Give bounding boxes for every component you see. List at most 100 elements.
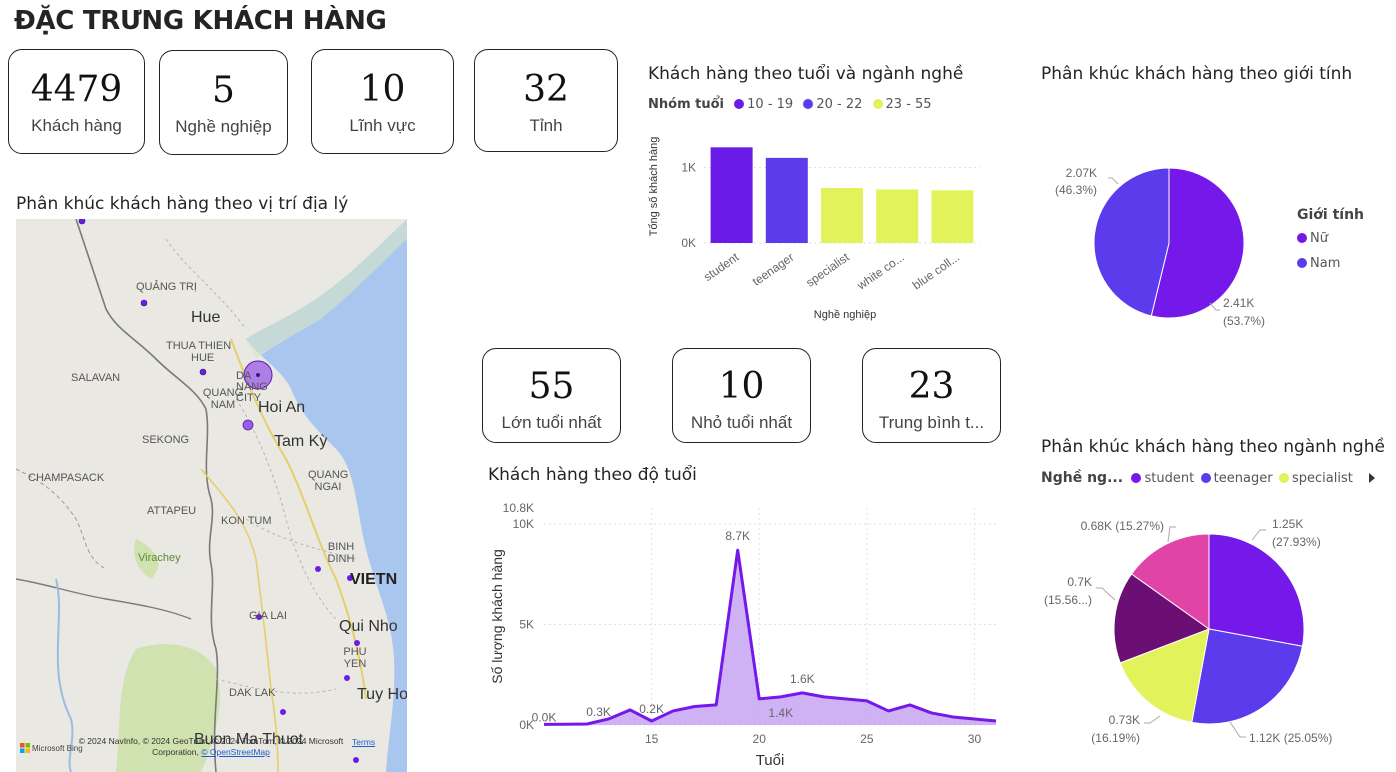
page-title: ĐẶC TRƯNG KHÁCH HÀNG: [14, 6, 387, 36]
map-label-tuy-hoa: Tuy Hoa: [357, 686, 407, 703]
map-label-gia-lai: GIA LAI: [249, 610, 287, 622]
gender-chart-title: Phân khúc khách hàng theo giới tính: [1041, 64, 1353, 84]
data-label: 8.7K: [725, 529, 750, 543]
map-label-salavan: SALAVAN: [71, 372, 121, 384]
map-label-virachey: Virachey: [138, 552, 181, 564]
kpi-card-average[interactable]: 23 Trung bình t...: [862, 348, 1001, 443]
leader-line: [1229, 721, 1246, 738]
map-label-champasack: CHAMPASACK: [28, 472, 105, 484]
data-label: 0.68K (15.27%): [1081, 519, 1164, 533]
age-chart-title: Khách hàng theo độ tuổi: [488, 465, 697, 485]
gender-legend-title: Giới tính: [1297, 207, 1365, 223]
x-tick-label: student: [701, 250, 742, 284]
area-line: [543, 548, 997, 726]
kpi-card-youngest[interactable]: 10 Nhỏ tuổi nhất: [672, 348, 811, 443]
bar: [931, 190, 974, 243]
kpi-card-provinces[interactable]: 32 Tỉnh: [474, 49, 618, 152]
kpi-card-jobs[interactable]: 5 Nghề nghiệp: [159, 50, 288, 155]
kpi-label: Nghề nghiệp: [175, 117, 272, 136]
kpi-label: Nhỏ tuổi nhất: [690, 413, 793, 432]
data-label: 0.0K: [532, 710, 557, 724]
kpi-label: Khách hàng: [31, 116, 122, 135]
leader-line: [1096, 587, 1116, 601]
gender-legend: Giới tính Nữ Nam: [1297, 207, 1364, 271]
x-tick-label: specialist: [803, 250, 852, 290]
legend-dot-icon: [734, 99, 745, 109]
legend-dot-icon: [1200, 473, 1211, 483]
legend-item-10-19[interactable]: 10 - 19: [734, 97, 793, 112]
data-label: 1.6K: [790, 672, 815, 686]
terms-link[interactable]: Terms: [352, 737, 375, 747]
job-pie-chart[interactable]: 1.25K (27.93%) 1.12K (25.05%) 0.73K (16.19%)…: [1030, 500, 1370, 750]
data-label: (15.56...): [1044, 593, 1092, 607]
legend-label: student: [1144, 471, 1195, 486]
kpi-card-oldest[interactable]: 55 Lớn tuổi nhất: [482, 348, 621, 443]
job-legend: Nghề ng... student teenager specialist: [1041, 470, 1359, 486]
data-label: (16.19%): [1091, 731, 1140, 745]
y-tick-label: 10K: [513, 517, 534, 531]
kpi-value: 10: [718, 366, 765, 407]
age-job-bar-chart[interactable]: 0K 1K Tổng số khách hàng student teenager spe…: [640, 120, 1010, 330]
map-label-hue-province: HUE: [191, 352, 215, 364]
legend-item-male[interactable]: Nam: [1297, 256, 1358, 271]
legend-item-female[interactable]: Nữ: [1297, 231, 1358, 246]
map-background: [16, 219, 407, 772]
legend-item-teenager[interactable]: teenager: [1200, 471, 1273, 486]
legend-item-20-22[interactable]: 20 - 22: [803, 97, 862, 112]
leader-line: [1209, 302, 1220, 311]
kpi-card-fields[interactable]: 10 Lĩnh vực: [311, 49, 454, 154]
map-label-quang-tri: QUẢNG TRỊ: [136, 281, 197, 293]
legend-dot-icon: [1279, 473, 1289, 483]
y-axis-title: Số lượng khách hàng: [489, 549, 505, 684]
map-label-hoi-an: Hoi An: [258, 399, 306, 416]
data-label: 2.07K: [1066, 166, 1097, 180]
data-label: (46.3%): [1055, 183, 1097, 197]
legend-label: Nam: [1310, 256, 1341, 271]
legend-item-23-55[interactable]: 23 - 55: [872, 97, 932, 112]
legend-label: Nữ: [1310, 231, 1328, 246]
bar: [876, 189, 919, 243]
legend-item-specialist[interactable]: specialist: [1279, 471, 1353, 486]
map-label-attapeu: ATTAPEU: [147, 505, 197, 517]
age-area-chart[interactable]: 0K5K10K10.8K15 20 25 300.0K 0.3K 0.2K8.7K1.6K…: [484, 493, 1000, 772]
data-label: 2.41K: [1223, 296, 1254, 310]
y-axis-title: Tổng số khách hàng: [648, 137, 660, 237]
osm-link[interactable]: © OpenStreetMap: [201, 747, 270, 757]
kpi-value: 32: [523, 69, 569, 110]
age-job-chart-title: Khách hàng theo tuổi và ngành nghề: [648, 64, 964, 84]
x-tick-label: teenager: [750, 250, 797, 289]
y-tick-label: 1K: [681, 161, 696, 175]
chevron-right-icon[interactable]: [1367, 472, 1377, 484]
kpi-label: Lĩnh vực: [349, 116, 416, 135]
bing-logo: Microsoft Bing: [20, 743, 83, 753]
leader-line: [1167, 526, 1176, 543]
kpi-card-customers[interactable]: 4479 Khách hàng: [8, 49, 145, 154]
map-label-thua-thien: THUA THIEN: [166, 340, 232, 352]
data-label: 0.3K: [586, 705, 611, 719]
geo-map[interactable]: QUẢNG TRỊ Hue THUA THIEN HUE SALAVAN DA …: [16, 219, 407, 772]
map-label-quang-nam: QUANG NAM: [202, 387, 244, 411]
kpi-label: Tỉnh: [529, 116, 563, 135]
x-tick-label: white co...: [854, 250, 907, 293]
data-label: 1.25K: [1272, 517, 1303, 531]
legend-dot-icon: [1297, 258, 1307, 268]
data-label: 1.12K (25.05%): [1249, 731, 1332, 745]
bar: [765, 157, 808, 243]
data-label: 0.7K: [1067, 575, 1092, 589]
map-attribution: © 2024 NavInfo, © 2024 GeoTrust, © 2024 …: [76, 736, 346, 758]
job-legend-title: Nghề ng...: [1041, 470, 1124, 486]
gender-pie-chart[interactable]: 2.41K (53.7%) 2.07K (46.3%): [1030, 140, 1300, 340]
data-label: 1.4K: [768, 706, 793, 720]
legend-label: 10 - 19: [747, 97, 794, 112]
legend-label: 23 - 55: [885, 97, 932, 112]
map-label-quang-ngai: QUANG NGAI: [308, 469, 349, 493]
pie-slice: [1208, 533, 1305, 647]
y-tick-label: 10.8K: [503, 501, 534, 515]
x-axis-title: Tuổi: [756, 752, 785, 769]
map-label-kon-tum: KON TUM: [221, 515, 272, 527]
data-label: (27.93%): [1272, 535, 1321, 549]
map-label-tam-ky: Tam Kỳ: [274, 433, 328, 450]
map-label-dak-lak: DAK LAK: [229, 687, 276, 699]
legend-item-student[interactable]: student: [1131, 471, 1194, 486]
kpi-value: 5: [212, 70, 235, 111]
